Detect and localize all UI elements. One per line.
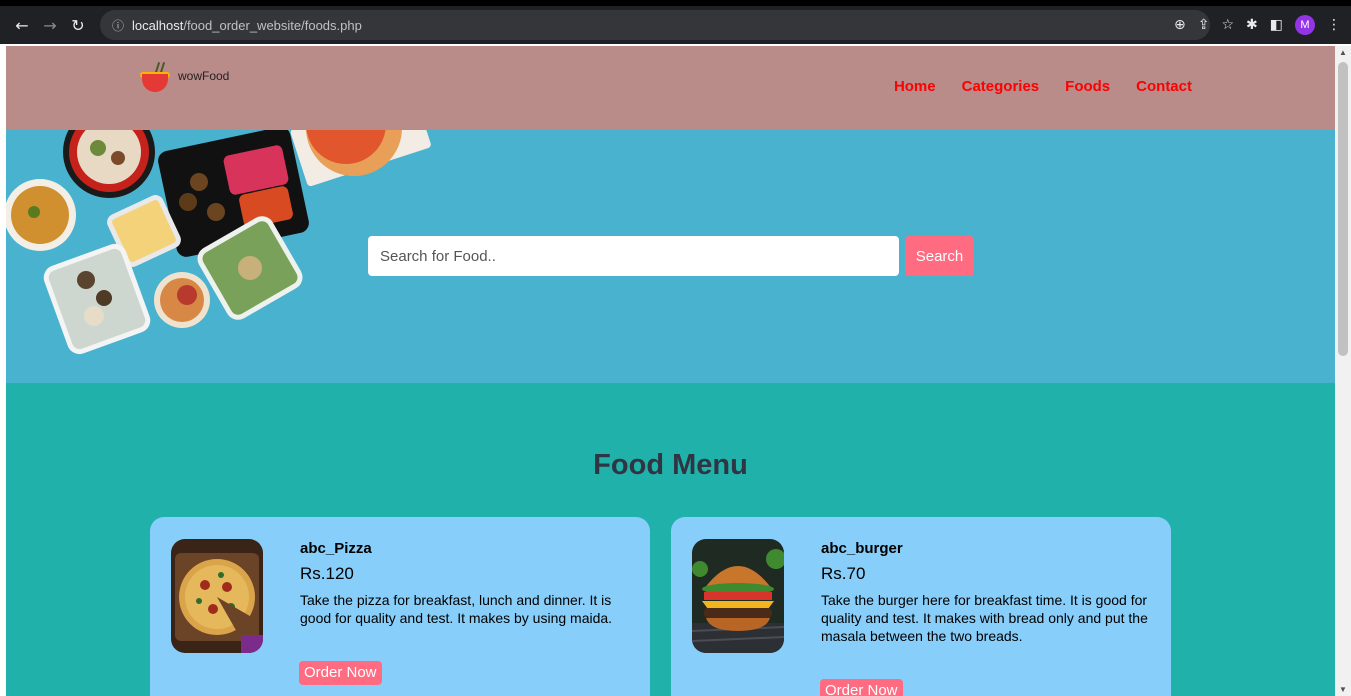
nav-foods[interactable]: Foods — [1065, 78, 1110, 95]
food-menu-section: Food Menu abc_Pizza Rs.120 Take the pizz… — [6, 383, 1335, 696]
food-description: Take the pizza for breakfast, lunch and … — [300, 592, 613, 626]
scrollbar-thumb[interactable] — [1338, 62, 1348, 356]
scroll-down-arrow-icon[interactable]: ▼ — [1335, 685, 1351, 694]
food-price: Rs.70 — [821, 564, 866, 583]
address-bar[interactable]: ⓘ localhost /food_order_website/foods.ph… — [100, 10, 1210, 40]
order-now-button[interactable]: Order Now — [299, 661, 382, 685]
forward-arrow-icon[interactable]: → — [36, 16, 64, 35]
main-nav: Home Categories Foods Contact — [894, 78, 1192, 95]
back-arrow-icon[interactable]: ← — [8, 16, 36, 35]
food-menu-title: Food Menu — [593, 449, 748, 481]
page-scrollbar[interactable]: ▲ ▼ — [1335, 46, 1351, 696]
logo-text: wowFood — [178, 69, 230, 83]
food-card-pizza: abc_Pizza Rs.120 Take the pizza for brea… — [150, 517, 650, 696]
zoom-icon[interactable]: ⊕ — [1174, 17, 1186, 33]
pizza-image — [171, 539, 263, 653]
profile-avatar[interactable]: M — [1295, 15, 1315, 35]
search-button[interactable]: Search — [905, 236, 974, 276]
nav-categories[interactable]: Categories — [962, 78, 1040, 95]
browser-toolbar: ← → ↻ ⓘ localhost /food_order_website/fo… — [0, 6, 1351, 44]
url-host: localhost — [132, 17, 184, 33]
scroll-up-arrow-icon[interactable]: ▲ — [1335, 48, 1351, 57]
food-search-hero: Search — [6, 130, 1335, 383]
food-name: abc_Pizza — [300, 540, 372, 557]
food-name: abc_burger — [821, 540, 903, 557]
side-panel-icon[interactable]: ◧ — [1270, 17, 1283, 33]
burger-image — [692, 539, 784, 653]
search-input[interactable] — [368, 236, 899, 276]
extensions-puzzle-icon[interactable]: ✱ — [1246, 17, 1258, 33]
food-bowl-logo-icon — [138, 62, 174, 96]
site-info-icon[interactable]: ⓘ — [112, 17, 124, 34]
food-price: Rs.120 — [300, 564, 354, 583]
food-card-burger: abc_burger Rs.70 Take the burger here fo… — [671, 517, 1171, 696]
search-form: Search — [368, 236, 974, 276]
share-icon[interactable]: ⇪ — [1198, 17, 1210, 33]
food-description: Take the burger here for breakfast time.… — [821, 592, 1148, 644]
page-viewport: wowFood Home Categories Foods Contact Se… — [6, 46, 1335, 696]
reload-icon[interactable]: ↻ — [64, 16, 92, 35]
nav-home[interactable]: Home — [894, 78, 936, 95]
site-navbar: wowFood Home Categories Foods Contact — [6, 46, 1335, 130]
bookmark-star-icon[interactable]: ☆ — [1221, 17, 1234, 33]
site-logo[interactable]: wowFood — [138, 62, 229, 96]
browser-actions: ⊕ ⇪ ☆ ✱ ◧ M ⋮ — [1174, 6, 1341, 44]
more-menu-icon[interactable]: ⋮ — [1327, 17, 1341, 33]
order-now-button[interactable]: Order Now — [820, 679, 903, 696]
url-path: /food_order_website/foods.php — [183, 17, 362, 33]
nav-contact[interactable]: Contact — [1136, 78, 1192, 95]
